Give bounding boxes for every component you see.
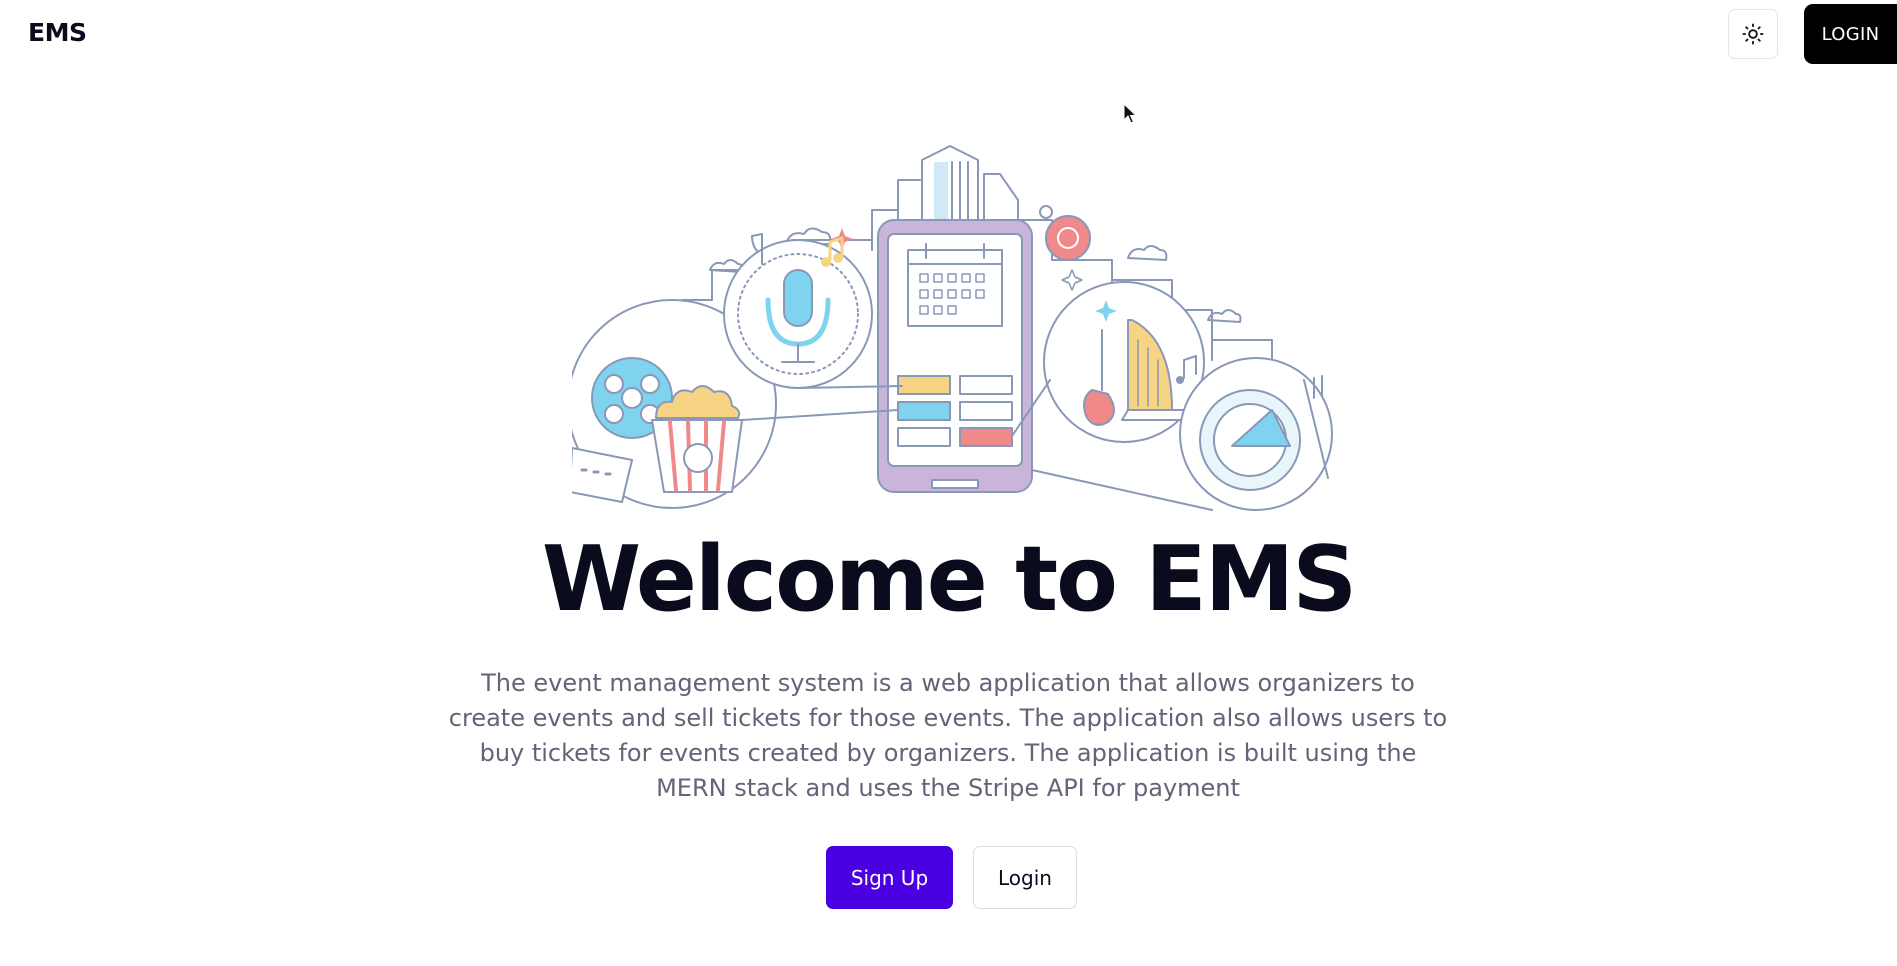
top-navbar: EMS LOGIN bbox=[0, 0, 1897, 68]
mouse-cursor-icon bbox=[1123, 103, 1137, 124]
theme-toggle-button[interactable] bbox=[1728, 9, 1778, 59]
microphone-circle bbox=[723, 233, 873, 389]
hero-description: The event management system is a web app… bbox=[448, 669, 1448, 802]
hero-title: Welcome to EMS bbox=[541, 527, 1357, 632]
dinner-plate-circle bbox=[1179, 357, 1333, 511]
music-instruments-circle bbox=[1043, 281, 1205, 443]
event-city-illustration bbox=[572, 145, 1333, 511]
hero-login-button[interactable]: Login bbox=[973, 846, 1077, 909]
brand-logo[interactable]: EMS bbox=[28, 18, 87, 47]
signup-button[interactable]: Sign Up bbox=[826, 846, 953, 909]
phone-calendar bbox=[877, 219, 1033, 493]
nav-login-button[interactable]: LOGIN bbox=[1804, 4, 1897, 64]
sun-icon bbox=[1742, 23, 1764, 45]
